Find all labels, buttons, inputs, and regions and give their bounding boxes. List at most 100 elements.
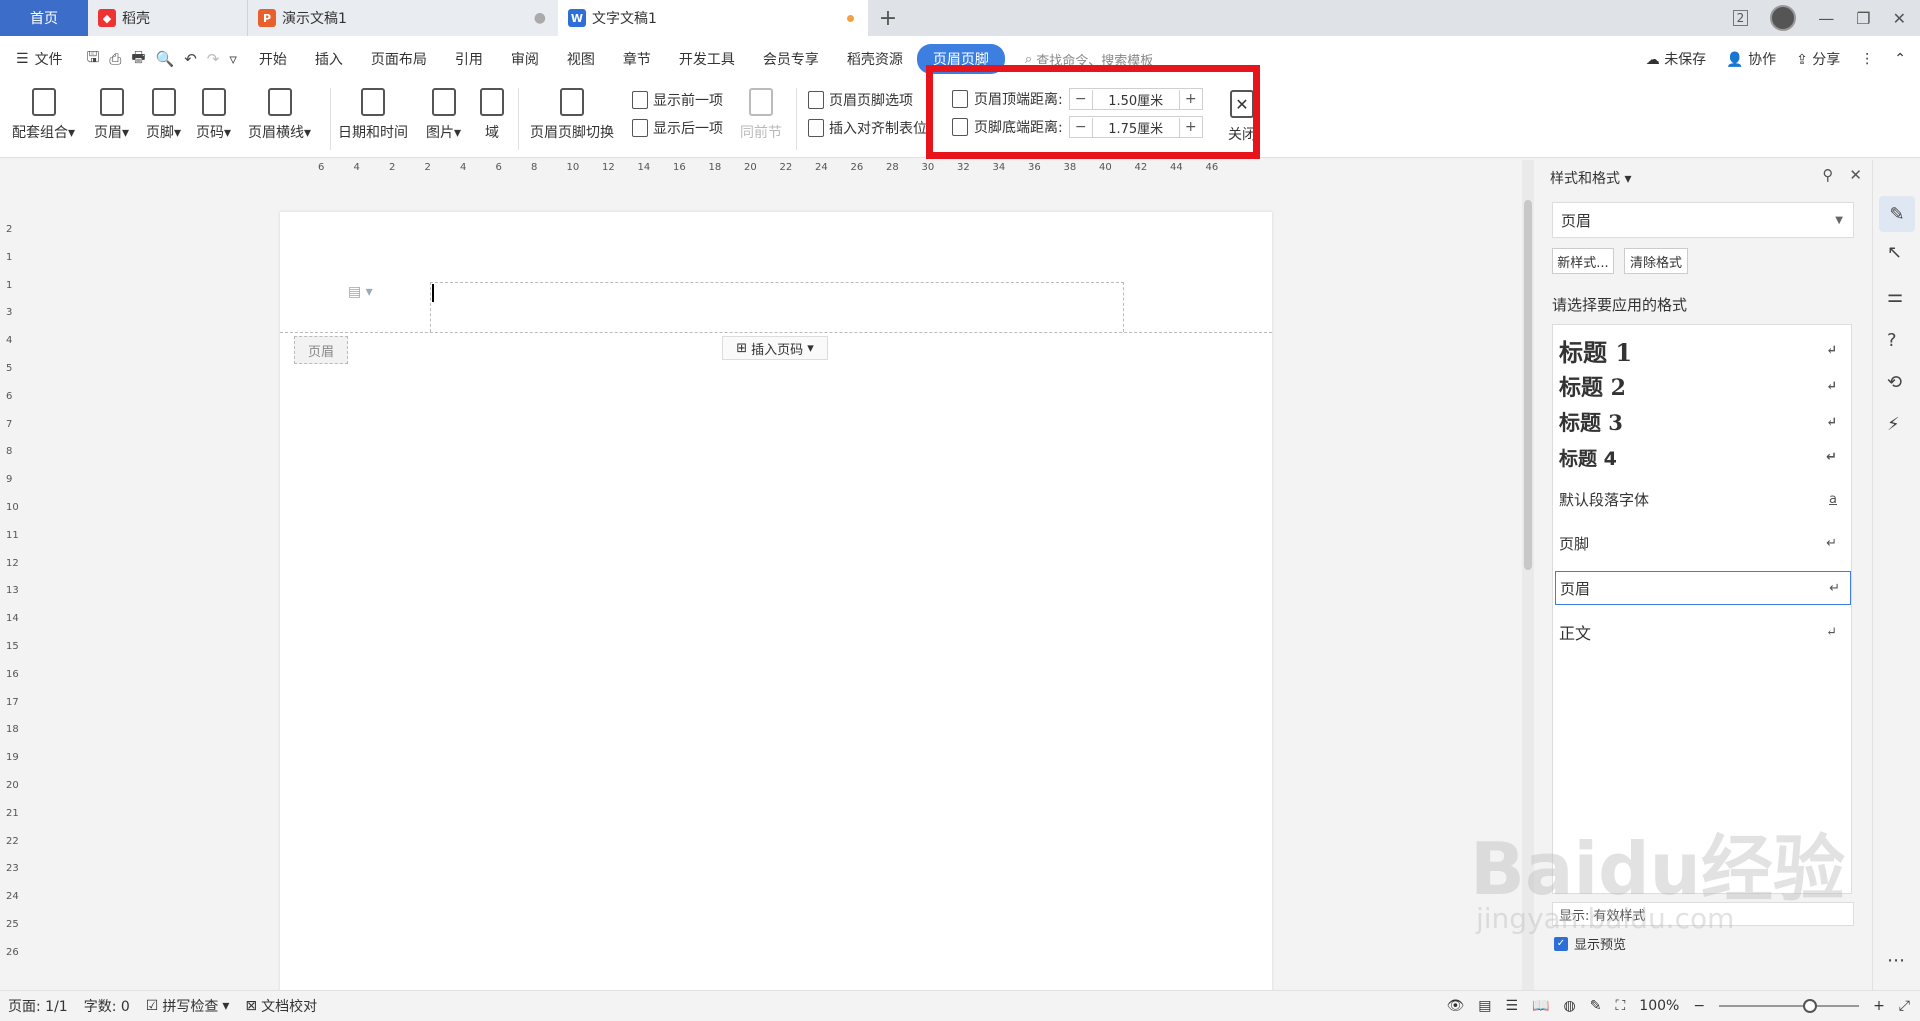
page-count-indicator[interactable]: 2 bbox=[1732, 10, 1749, 26]
outline-view-icon[interactable]: ☰ bbox=[1506, 998, 1519, 1014]
zoom-in-icon[interactable]: + bbox=[1873, 998, 1885, 1014]
menu-item-member[interactable]: 会员专享 bbox=[749, 49, 833, 69]
baidu-watermark-url: jingyan.baidu.com bbox=[1476, 902, 1735, 935]
avatar[interactable] bbox=[1770, 5, 1797, 31]
save-icon[interactable]: 🖫 bbox=[87, 47, 100, 72]
ruler-tick-label: 40 bbox=[1099, 162, 1112, 173]
picture-button[interactable]: 图片▾ bbox=[426, 88, 461, 142]
unsaved-button[interactable]: ☁ 未保存 bbox=[1646, 49, 1706, 69]
write-mode-icon[interactable]: ✎ bbox=[1590, 998, 1602, 1014]
menu-item-review[interactable]: 审阅 bbox=[497, 49, 553, 69]
select-cursor-icon[interactable]: ↖ bbox=[1887, 242, 1902, 263]
tab-close-icon[interactable]: ● bbox=[534, 10, 546, 26]
zoom-slider[interactable] bbox=[1719, 999, 1860, 1013]
show-previous-button[interactable]: 显示前一项 bbox=[632, 90, 723, 110]
menu-item-start[interactable]: 开始 bbox=[245, 49, 301, 69]
style-heading-4[interactable]: 标题 4 ↵ bbox=[1559, 441, 1847, 473]
current-style-select[interactable]: 页眉 ▼ bbox=[1552, 202, 1854, 238]
style-heading-2[interactable]: 标题 2 ↵ bbox=[1559, 369, 1847, 403]
style-footer[interactable]: 页脚 ↵ bbox=[1559, 529, 1847, 557]
export-pdf-icon[interactable]: ⎙ bbox=[109, 50, 121, 68]
new-style-button[interactable]: 新样式... bbox=[1552, 248, 1614, 274]
help-icon[interactable]: ? bbox=[1887, 330, 1897, 351]
reading-view-icon[interactable]: 📖 bbox=[1532, 998, 1549, 1014]
ruler-tick-label: 8 bbox=[6, 446, 13, 458]
minimize-icon[interactable]: — bbox=[1818, 9, 1834, 28]
adjust-sliders-icon[interactable]: ⚌ bbox=[1887, 286, 1903, 307]
tab-docer[interactable]: ◆ 稻壳 bbox=[88, 0, 248, 36]
same-as-previous-button[interactable]: 同前节 bbox=[740, 88, 782, 142]
proofread-button[interactable]: ⊠ 文档校对 bbox=[237, 996, 325, 1016]
file-menu[interactable]: ☰ 文件 bbox=[0, 49, 79, 69]
restore-icon[interactable]: ❐ bbox=[1856, 9, 1870, 28]
lightning-icon[interactable]: ⚡ bbox=[1887, 414, 1900, 435]
show-previous-icon bbox=[632, 91, 648, 109]
menu-item-section[interactable]: 章节 bbox=[609, 49, 665, 69]
redo-icon[interactable]: ↷ bbox=[207, 50, 220, 68]
choose-format-label: 请选择要应用的格式 bbox=[1552, 296, 1688, 314]
page-count[interactable]: 页面: 1/1 bbox=[0, 996, 76, 1016]
zoom-slider-knob[interactable] bbox=[1803, 999, 1818, 1013]
combo-button[interactable]: 配套组合▾ bbox=[12, 88, 75, 142]
close-panel-icon[interactable]: ✕ bbox=[1849, 166, 1862, 184]
header-line-button[interactable]: 页眉横线▾ bbox=[248, 88, 311, 142]
datetime-button[interactable]: 日期和时间 bbox=[338, 88, 408, 142]
document-page[interactable]: ▤ ▾ 页眉 ⊞ 插入页码 ▾ bbox=[280, 212, 1272, 992]
header-options-icon[interactable]: ▤ ▾ bbox=[348, 284, 373, 300]
style-default-font-label: 默认段落字体 bbox=[1559, 490, 1650, 509]
print-preview-icon[interactable]: 🔍 bbox=[156, 50, 175, 68]
style-default-font[interactable]: 默认段落字体 a bbox=[1559, 485, 1847, 513]
styles-panel-title[interactable]: 样式和格式 ▾ bbox=[1550, 168, 1631, 188]
print-icon[interactable]: 🖶 bbox=[131, 47, 145, 72]
header-footer-switch-button[interactable]: 页眉页脚切换 bbox=[530, 88, 614, 142]
menu-item-references[interactable]: 引用 bbox=[441, 49, 497, 69]
zoom-level[interactable]: 100% bbox=[1639, 998, 1679, 1014]
header-icon bbox=[99, 88, 124, 116]
add-tab-button[interactable]: + bbox=[868, 0, 908, 36]
customize-chevron-down-icon[interactable]: ▿ bbox=[229, 50, 237, 68]
header-footer-options-button[interactable]: 页眉页脚选项 bbox=[808, 90, 913, 110]
show-preview-checkbox[interactable]: ✓ 显示预览 bbox=[1554, 934, 1626, 953]
page-view-icon[interactable]: ▤ bbox=[1478, 998, 1491, 1014]
menu-item-developer[interactable]: 开发工具 bbox=[665, 49, 749, 69]
menu-item-docer[interactable]: 稻壳资源 bbox=[833, 49, 917, 69]
scroll-thumb[interactable] bbox=[1524, 200, 1532, 570]
collapse-ribbon-icon[interactable]: ⌃ bbox=[1894, 51, 1906, 67]
more-horizontal-icon[interactable]: ⋯ bbox=[1887, 950, 1905, 971]
zoom-out-icon[interactable]: − bbox=[1693, 998, 1705, 1014]
styles-pen-icon[interactable]: ✎ bbox=[1879, 196, 1915, 232]
style-header[interactable]: 页眉 ↵ bbox=[1555, 571, 1851, 605]
style-body[interactable]: 正文 ↵ bbox=[1559, 617, 1847, 647]
share-button[interactable]: ⇪ 分享 bbox=[1796, 49, 1840, 69]
field-button[interactable]: 域 bbox=[480, 88, 504, 142]
ruler-tick-label: 22 bbox=[779, 162, 793, 173]
header-area[interactable] bbox=[430, 282, 1124, 332]
menu-item-layout[interactable]: 页面布局 bbox=[357, 49, 441, 69]
more-icon[interactable]: ⋮ bbox=[1860, 51, 1874, 67]
clear-format-button[interactable]: 清除格式 bbox=[1624, 248, 1688, 274]
fullscreen-icon[interactable]: ⤢ bbox=[1899, 998, 1910, 1014]
tab-document[interactable]: W 文字文稿1 bbox=[558, 0, 868, 36]
fit-page-icon[interactable]: ⛶ bbox=[1615, 998, 1625, 1014]
style-heading-1[interactable]: 标题 1 ↵ bbox=[1559, 333, 1847, 367]
header-button[interactable]: 页眉▾ bbox=[94, 88, 129, 142]
web-view-icon[interactable]: ◍ bbox=[1564, 998, 1576, 1014]
undo-icon[interactable]: ↶ bbox=[184, 50, 197, 68]
tab-presentation[interactable]: P 演示文稿1 ● bbox=[248, 0, 558, 36]
menu-item-view[interactable]: 视图 bbox=[553, 49, 609, 69]
insert-page-number-button[interactable]: ⊞ 插入页码 ▾ bbox=[722, 336, 828, 360]
word-count[interactable]: 字数: 0 bbox=[76, 996, 138, 1016]
pin-icon[interactable]: ⚲ bbox=[1822, 166, 1833, 184]
style-heading-3[interactable]: 标题 3 ↵ bbox=[1559, 405, 1847, 439]
collab-button[interactable]: 👤 协作 bbox=[1726, 49, 1776, 69]
menu-item-insert[interactable]: 插入 bbox=[301, 49, 357, 69]
backup-icon[interactable]: ⟲ bbox=[1887, 372, 1902, 393]
show-next-button[interactable]: 显示后一项 bbox=[632, 118, 723, 138]
footer-button[interactable]: 页脚▾ bbox=[146, 88, 181, 142]
eye-protection-icon[interactable]: 👁 bbox=[1447, 998, 1465, 1014]
insert-align-tab-button[interactable]: 插入对齐制表位 bbox=[808, 118, 927, 138]
close-window-icon[interactable]: ✕ bbox=[1893, 9, 1906, 28]
tab-home[interactable]: 首页 bbox=[0, 0, 88, 36]
spell-check-button[interactable]: ☑ 拼写检查 ▾ bbox=[138, 996, 238, 1016]
page-number-button[interactable]: 页码▾ bbox=[196, 88, 231, 142]
